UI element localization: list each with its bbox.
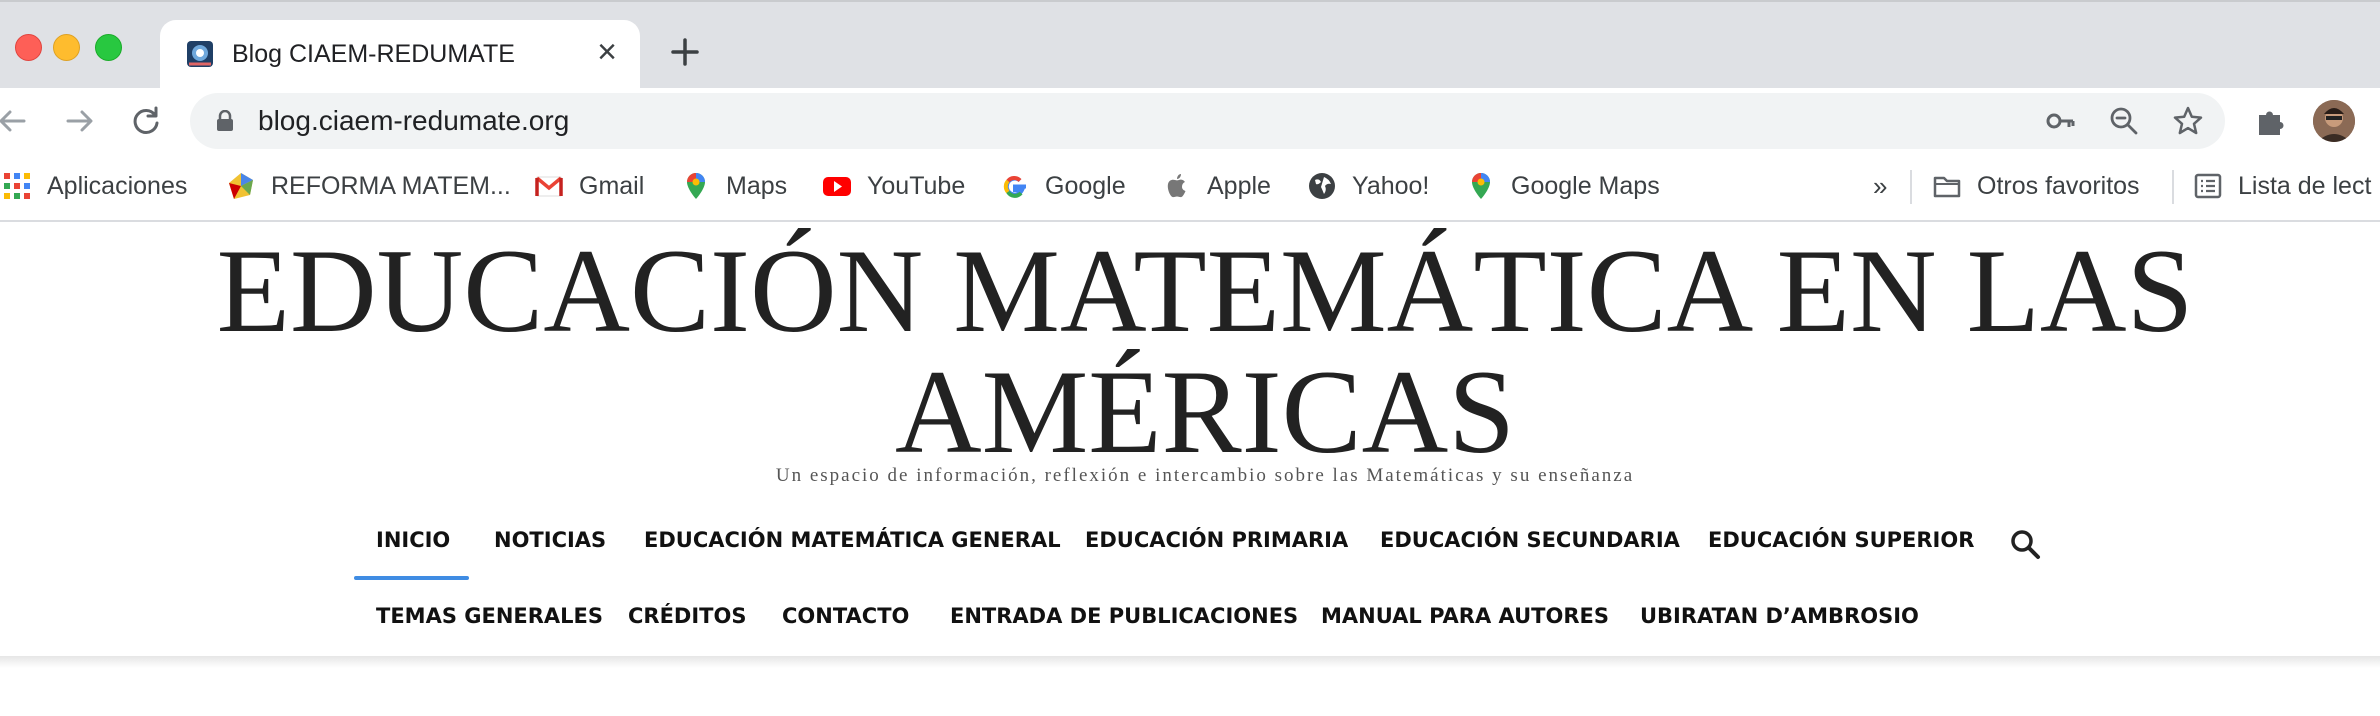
- bookmark-apple[interactable]: Apple: [1162, 168, 1271, 204]
- tab-title: Blog CIAEM-REDUMATE: [232, 40, 515, 68]
- star-icon[interactable]: [2172, 105, 2204, 137]
- reload-icon[interactable]: [128, 103, 164, 139]
- search-icon[interactable]: [2008, 527, 2042, 561]
- maps-pin-icon: [687, 173, 705, 199]
- active-menu-indicator: [354, 576, 469, 580]
- bookmark-label: Gmail: [579, 171, 645, 200]
- menu-item-educacion-matematica-general[interactable]: EDUCACIÓN MATEMÁTICA GENERAL: [644, 528, 1061, 552]
- site-title-line1: EDUCACIÓN MATEMÁTICA EN LAS: [216, 224, 2194, 357]
- other-favorites-folder[interactable]: Otros favoritos: [1932, 168, 2140, 204]
- bookmark-label: Aplicaciones: [47, 171, 188, 200]
- bookmarks-divider: [2172, 170, 2174, 204]
- bookmark-google[interactable]: Google: [1000, 168, 1126, 204]
- avatar-face-icon: [2313, 100, 2355, 142]
- bookmark-label: Maps: [726, 171, 788, 200]
- apps-grid-icon: [4, 173, 30, 199]
- site-logo-icon: [187, 41, 213, 67]
- bookmark-reforma[interactable]: REFORMA MATEM...: [226, 168, 511, 204]
- site-title-line2: AMÉRICAS: [894, 345, 1516, 478]
- bookmark-label: Otros favoritos: [1977, 171, 2140, 200]
- bookmark-label: Lista de lect: [2238, 171, 2372, 200]
- browser-tab[interactable]: Blog CIAEM-REDUMATE ×: [160, 20, 640, 90]
- cube-icon: [229, 173, 253, 199]
- youtube-icon: [823, 177, 851, 196]
- window-close-button[interactable]: [15, 34, 42, 61]
- reading-list-icon: [2194, 173, 2222, 199]
- gmail-icon: [535, 176, 563, 197]
- menu-item-manual-para-autores[interactable]: MANUAL PARA AUTORES: [1321, 604, 1609, 628]
- back-arrow-icon[interactable]: [0, 103, 30, 139]
- menu-item-contacto[interactable]: CONTACTO: [782, 604, 909, 628]
- site-title[interactable]: EDUCACIÓN MATEMÁTICA EN LAS AMÉRICAS: [0, 230, 2380, 472]
- bookmark-label: REFORMA MATEM...: [271, 171, 511, 200]
- address-bar[interactable]: blog.ciaem-redumate.org: [190, 93, 2225, 149]
- bookmark-yahoo[interactable]: Yahoo!: [1307, 168, 1429, 204]
- header-shadow: [0, 656, 2380, 668]
- bookmark-gmail[interactable]: Gmail: [534, 168, 644, 204]
- window-maximize-button[interactable]: [95, 34, 122, 61]
- bookmark-aplicaciones[interactable]: Aplicaciones: [2, 168, 187, 204]
- browser-toolbar: blog.ciaem-redumate.org: [0, 88, 2380, 154]
- globe-icon: [1309, 173, 1335, 199]
- page-content: EDUCACIÓN MATEMÁTICA EN LAS AMÉRICAS Un …: [0, 222, 2380, 716]
- bookmark-google-maps[interactable]: Google Maps: [1466, 168, 1660, 204]
- site-tagline: Un espacio de información, reflexión e i…: [775, 465, 1635, 486]
- folder-icon: [1933, 176, 1961, 198]
- menu-item-ubiratan-dambrosio[interactable]: UBIRATAN D’AMBROSIO: [1640, 604, 1919, 628]
- menu-item-educacion-secundaria[interactable]: EDUCACIÓN SECUNDARIA: [1380, 528, 1680, 552]
- new-tab-icon[interactable]: [665, 32, 705, 72]
- apple-icon: [1167, 174, 1186, 198]
- tab-strip: Blog CIAEM-REDUMATE ×: [0, 0, 2380, 90]
- bookmark-label: Yahoo!: [1352, 171, 1430, 200]
- bookmarks-divider: [1910, 170, 1912, 204]
- overflow-chevron-icon: »: [1873, 170, 1888, 201]
- profile-avatar[interactable]: [2313, 100, 2355, 142]
- url-text[interactable]: blog.ciaem-redumate.org: [258, 103, 569, 139]
- bookmark-label: Google: [1045, 171, 1126, 200]
- tab-close-icon[interactable]: ×: [590, 35, 624, 69]
- menu-item-inicio[interactable]: INICIO: [376, 528, 450, 552]
- forward-arrow-icon[interactable]: [62, 103, 98, 139]
- google-icon: [1003, 176, 1026, 198]
- bookmarks-overflow-button[interactable]: »: [1873, 168, 1887, 204]
- bookmark-label: YouTube: [867, 171, 966, 200]
- menu-item-noticias[interactable]: NOTICIAS: [494, 528, 606, 552]
- menu-item-entrada-de-publicaciones[interactable]: ENTRADA DE PUBLICACIONES: [950, 604, 1298, 628]
- puzzle-icon[interactable]: [2253, 103, 2289, 139]
- lock-icon: [217, 110, 233, 131]
- zoom-out-icon[interactable]: [2108, 105, 2140, 137]
- key-icon[interactable]: [2044, 105, 2076, 137]
- bookmarks-bar: Aplicaciones REFORMA MATEM... Gmail Maps: [0, 154, 2380, 222]
- bookmark-youtube[interactable]: YouTube: [822, 168, 965, 204]
- menu-item-educacion-superior[interactable]: EDUCACIÓN SUPERIOR: [1708, 528, 1974, 552]
- menu-item-creditos[interactable]: CRÉDITOS: [628, 604, 746, 628]
- window-minimize-button[interactable]: [53, 34, 80, 61]
- bookmark-label: Google Maps: [1511, 171, 1660, 200]
- menu-item-temas-generales[interactable]: TEMAS GENERALES: [376, 604, 603, 628]
- bookmark-maps[interactable]: Maps: [681, 168, 787, 204]
- reading-list-button[interactable]: Lista de lect: [2193, 168, 2371, 204]
- bookmark-label: Apple: [1207, 171, 1271, 200]
- maps-pin-icon: [1472, 173, 1490, 199]
- menu-item-educacion-primaria[interactable]: EDUCACIÓN PRIMARIA: [1085, 528, 1348, 552]
